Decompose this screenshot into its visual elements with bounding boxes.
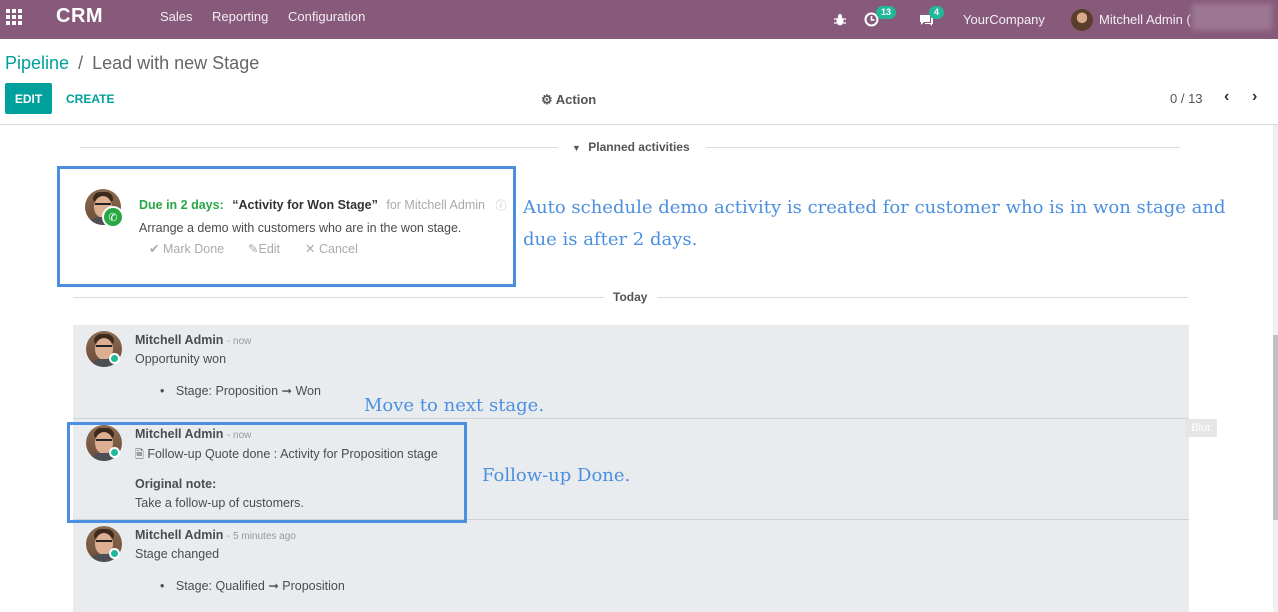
highlight-box-planned <box>57 166 516 287</box>
separator-line <box>657 297 1188 298</box>
activity-count-badge: 13 <box>876 6 897 19</box>
planned-activities-label: Planned activities <box>588 140 690 154</box>
breadcrumb: Pipeline / Lead with new Stage <box>5 53 259 74</box>
tracking-new: Proposition <box>282 579 345 593</box>
separator-line <box>73 297 604 298</box>
bullet-icon: • <box>160 579 165 593</box>
tracking-new: Won <box>295 384 321 398</box>
separator-line <box>80 147 558 148</box>
today-label: Today <box>613 290 648 304</box>
highlight-box-followup <box>67 422 467 523</box>
app-brand[interactable]: CRM <box>56 5 103 28</box>
tracking-old: Stage: Qualified <box>175 579 265 593</box>
online-status-icon <box>109 548 120 559</box>
arrow-right-icon: ➞ <box>268 579 279 593</box>
user-avatar[interactable] <box>1071 0 1093 39</box>
edit-button[interactable]: EDIT <box>5 83 52 114</box>
message-body: Stage changed <box>135 547 220 561</box>
pager-value[interactable]: 0 / 13 <box>1170 91 1203 106</box>
message-header: Mitchell Admin - now <box>135 333 251 347</box>
tracking-old: Stage: Proposition <box>175 384 279 398</box>
bullet-icon: • <box>160 384 165 398</box>
arrow-right-icon: ➞ <box>281 384 292 398</box>
gear-icon: ⚙ <box>541 92 553 107</box>
breadcrumb-pipeline-link[interactable]: Pipeline <box>5 53 69 73</box>
menu-reporting[interactable]: Reporting <box>212 9 268 24</box>
message-author[interactable]: Mitchell Admin <box>135 528 223 542</box>
message-body: Opportunity won <box>135 352 227 366</box>
user-menu[interactable]: Mitchell Admin ( <box>1099 0 1191 39</box>
message-divider <box>73 418 1189 419</box>
blurred-region <box>1192 4 1272 30</box>
action-label: Action <box>555 92 597 107</box>
top-navbar: CRM Sales Reporting Configuration 13 4 Y… <box>0 0 1278 39</box>
annotation-followup-done: Follow-up Done. <box>482 465 631 486</box>
menu-sales[interactable]: Sales <box>160 9 193 24</box>
annotation-auto-schedule: Auto schedule demo activity is created f… <box>523 197 1226 250</box>
message-time: - now <box>226 336 252 347</box>
annotation-next-stage: Move to next stage. <box>364 395 545 416</box>
pager-previous-icon[interactable]: ‹ <box>1224 88 1229 106</box>
message-count-badge: 4 <box>929 6 945 19</box>
create-button[interactable]: CREATE <box>66 92 114 106</box>
bug-icon[interactable] <box>833 0 847 39</box>
separator-line <box>706 147 1180 148</box>
online-status-icon <box>109 353 120 364</box>
scrollbar[interactable] <box>1273 125 1278 612</box>
caret-down-icon: ▼ <box>572 143 581 153</box>
apps-menu-icon[interactable] <box>6 9 24 25</box>
blur-tag: Blur <box>1185 419 1217 437</box>
message-author[interactable]: Mitchell Admin <box>135 333 223 347</box>
control-panel: Pipeline / Lead with new Stage EDIT CREA… <box>0 39 1278 125</box>
scrollbar-thumb[interactable] <box>1273 335 1278 520</box>
activity-clock-icon[interactable] <box>864 0 879 39</box>
menu-configuration[interactable]: Configuration <box>288 9 365 24</box>
planned-activities-toggle[interactable]: ▼ Planned activities <box>572 140 690 154</box>
message-time: - 5 minutes ago <box>226 531 296 542</box>
tracking-value: • Stage: Qualified ➞ Proposition <box>160 578 345 593</box>
action-menu[interactable]: ⚙ Action <box>541 92 596 108</box>
breadcrumb-separator: / <box>78 53 84 73</box>
tracking-value: • Stage: Proposition ➞ Won <box>160 383 321 398</box>
breadcrumb-current: Lead with new Stage <box>92 53 260 73</box>
pager-next-icon[interactable]: › <box>1252 88 1257 106</box>
message-header: Mitchell Admin - 5 minutes ago <box>135 528 296 542</box>
company-switcher[interactable]: YourCompany <box>963 0 1045 39</box>
